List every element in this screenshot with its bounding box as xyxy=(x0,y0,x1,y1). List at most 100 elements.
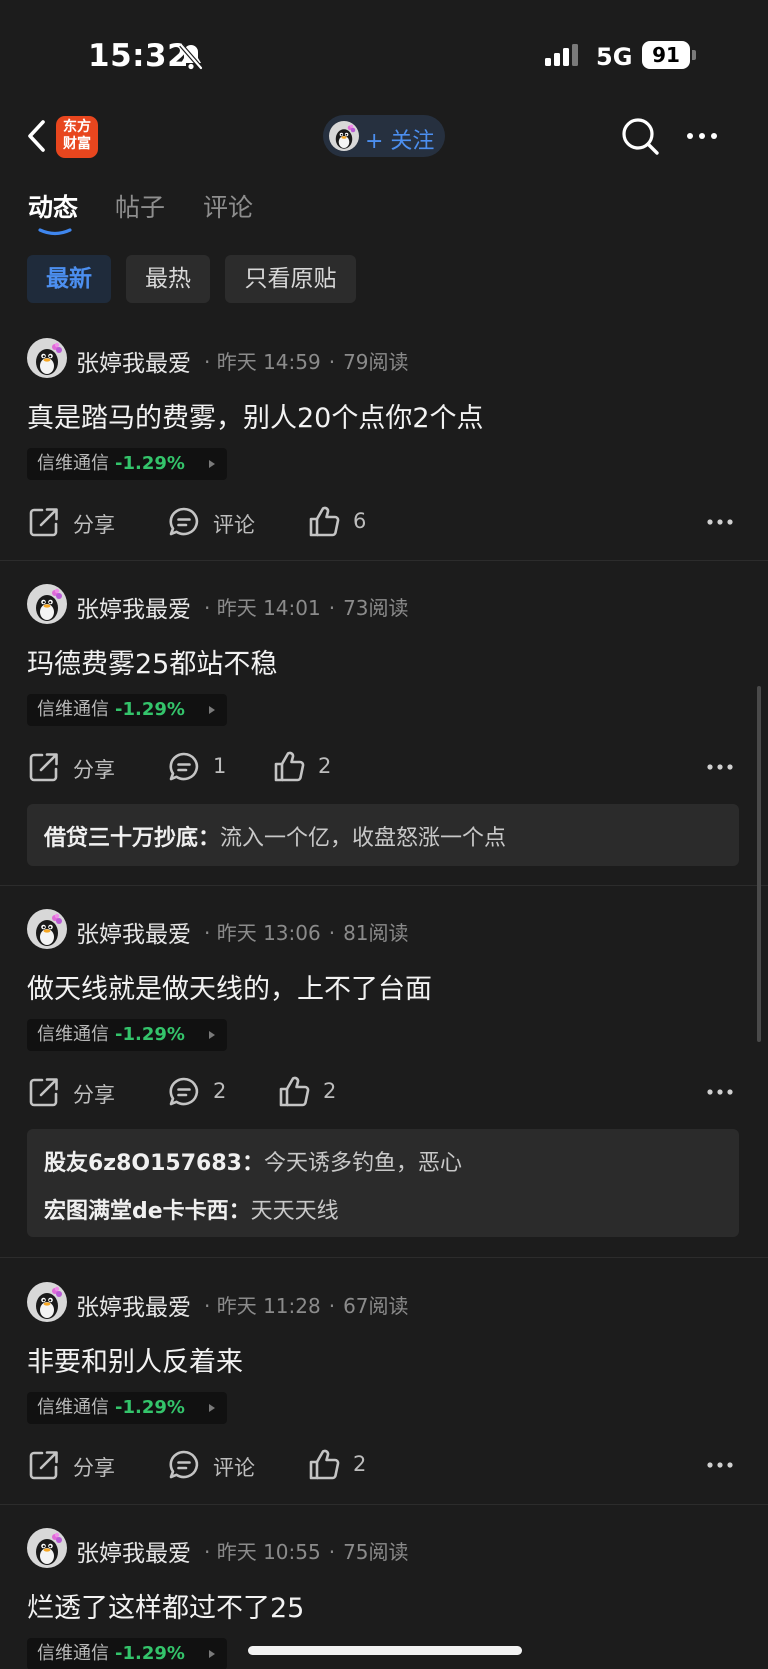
author-avatar[interactable] xyxy=(27,909,67,949)
stock-tag[interactable]: 信维通信 -1.29% xyxy=(27,694,227,726)
author-name[interactable]: 张婷我最爱 xyxy=(76,915,191,949)
bell-muted-icon xyxy=(179,43,203,70)
stock-change: -1.29% xyxy=(115,1397,185,1418)
follow-label: + 关注 xyxy=(365,129,435,154)
stock-tag[interactable]: 信维通信 -1.29% xyxy=(27,1392,227,1424)
read-count: 67阅读 xyxy=(343,1294,409,1318)
reply-user: 股友6z8O157683： xyxy=(44,1151,264,1176)
battery-level: 91 xyxy=(642,41,690,69)
like-button[interactable]: 2 xyxy=(277,1075,357,1109)
back-arrow-icon[interactable] xyxy=(22,118,52,154)
post-date: 昨天 10:55 xyxy=(216,1540,321,1564)
stock-tag[interactable]: 信维通信 -1.29% xyxy=(27,1638,227,1669)
caret-right-icon xyxy=(209,460,215,468)
reply-preview[interactable]: 借贷三十万抄底：流入一个亿，收盘怒涨一个点 xyxy=(27,804,739,866)
thumbs-up-icon xyxy=(307,1448,341,1482)
author-avatar[interactable] xyxy=(27,338,67,378)
nav-bar: 东方财富 + 关注 xyxy=(0,104,768,170)
thumbs-up-icon xyxy=(272,750,306,784)
share-button[interactable]: 分享 xyxy=(27,750,137,784)
author-name[interactable]: 张婷我最爱 xyxy=(76,344,191,378)
author-name[interactable]: 张婷我最爱 xyxy=(76,1534,191,1568)
author-avatar[interactable] xyxy=(27,1282,67,1322)
stock-tag[interactable]: 信维通信 -1.29% xyxy=(27,1019,227,1051)
read-count: 73阅读 xyxy=(343,596,409,620)
tab-comments[interactable]: 评论 xyxy=(203,188,253,224)
divider xyxy=(0,885,768,886)
comment-button[interactable]: 2 xyxy=(167,1075,247,1109)
share-icon xyxy=(27,1448,61,1482)
more-options-icon[interactable] xyxy=(706,1461,734,1469)
search-icon[interactable] xyxy=(620,116,662,158)
comment-button[interactable]: 1 xyxy=(167,750,247,784)
status-bar: 15:32 5G 91 xyxy=(0,0,768,104)
post-meta: · 昨天 13:06 · 81阅读 xyxy=(204,921,409,945)
stock-change: -1.29% xyxy=(115,453,185,474)
share-button[interactable]: 分享 xyxy=(27,505,137,539)
scrollbar[interactable] xyxy=(757,686,761,1042)
more-options-icon[interactable] xyxy=(706,1088,734,1096)
post-date: 昨天 11:28 xyxy=(216,1294,321,1318)
author-name[interactable]: 张婷我最爱 xyxy=(76,590,191,624)
reply-text: 今天诱多钓鱼，恶心 xyxy=(263,1151,462,1176)
app-logo[interactable]: 东方财富 xyxy=(56,116,98,158)
more-icon[interactable] xyxy=(682,128,722,144)
like-button[interactable]: 2 xyxy=(272,750,352,784)
read-count: 75阅读 xyxy=(343,1540,409,1564)
post-content[interactable]: 玛德费雾25都站不稳 xyxy=(27,642,277,681)
active-tab-indicator xyxy=(38,228,72,236)
post-content[interactable]: 真是踏马的费雾，别人20个点你2个点 xyxy=(27,396,484,435)
tab-posts[interactable]: 帖子 xyxy=(115,188,165,224)
stock-tag[interactable]: 信维通信 -1.29% xyxy=(27,448,227,480)
comment-button[interactable]: 评论 xyxy=(167,505,277,539)
reply-item[interactable]: 股友6z8O157683：今天诱多钓鱼，恶心 xyxy=(44,1145,462,1177)
caret-right-icon xyxy=(209,1404,215,1412)
like-button[interactable]: 6 xyxy=(307,505,397,539)
author-name[interactable]: 张婷我最爱 xyxy=(76,1288,191,1322)
comment-button[interactable]: 评论 xyxy=(167,1448,277,1482)
more-options-icon[interactable] xyxy=(706,763,734,771)
caret-right-icon xyxy=(209,1031,215,1039)
post-meta: · 昨天 11:28 · 67阅读 xyxy=(204,1294,409,1318)
share-icon xyxy=(27,1075,61,1109)
post-meta: · 昨天 14:01 · 73阅读 xyxy=(204,596,409,620)
stock-name: 信维通信 xyxy=(37,1024,109,1045)
post-date: 昨天 14:59 xyxy=(216,350,321,374)
comment-icon xyxy=(167,750,201,784)
read-count: 79阅读 xyxy=(343,350,409,374)
more-options-icon[interactable] xyxy=(706,518,734,526)
author-avatar[interactable] xyxy=(27,584,67,624)
post-content[interactable]: 烂透了这样都过不了25 xyxy=(27,1586,304,1625)
read-count: 81阅读 xyxy=(343,921,409,945)
tab-dynamics[interactable]: 动态 xyxy=(28,188,78,224)
share-label: 分享 xyxy=(73,1456,115,1480)
divider xyxy=(0,1257,768,1258)
like-count: 2 xyxy=(318,754,332,778)
share-label: 分享 xyxy=(73,513,115,537)
post-date: 昨天 13:06 xyxy=(216,921,321,945)
filter-hottest[interactable]: 最热 xyxy=(126,255,210,303)
share-button[interactable]: 分享 xyxy=(27,1075,137,1109)
reply-item[interactable]: 借贷三十万抄底：流入一个亿，收盘怒涨一个点 xyxy=(44,820,506,852)
share-label: 分享 xyxy=(73,758,115,782)
filter-latest[interactable]: 最新 xyxy=(27,255,111,303)
post-date: 昨天 14:01 xyxy=(216,596,321,620)
status-time: 15:32 xyxy=(88,38,190,74)
reply-item[interactable]: 宏图满堂de卡卡西：天天天线 xyxy=(44,1193,339,1225)
thumbs-up-icon xyxy=(307,505,341,539)
stock-name: 信维通信 xyxy=(37,1397,109,1418)
user-avatar-icon xyxy=(329,121,359,151)
app-logo-text: 东方财富 xyxy=(63,119,91,152)
post-content[interactable]: 做天线就是做天线的，上不了台面 xyxy=(27,967,432,1006)
filter-original-only[interactable]: 只看原贴 xyxy=(225,255,356,303)
home-indicator[interactable] xyxy=(248,1646,522,1655)
author-avatar[interactable] xyxy=(27,1528,67,1568)
follow-button[interactable]: + 关注 xyxy=(323,115,445,157)
share-button[interactable]: 分享 xyxy=(27,1448,137,1482)
reply-preview[interactable]: 股友6z8O157683：今天诱多钓鱼，恶心 宏图满堂de卡卡西：天天天线 xyxy=(27,1129,739,1237)
post-content[interactable]: 非要和别人反着来 xyxy=(27,1340,243,1379)
reply-text: 天天天线 xyxy=(250,1199,339,1224)
comment-icon xyxy=(167,1448,201,1482)
like-button[interactable]: 2 xyxy=(307,1448,397,1482)
stock-change: -1.29% xyxy=(115,699,185,720)
